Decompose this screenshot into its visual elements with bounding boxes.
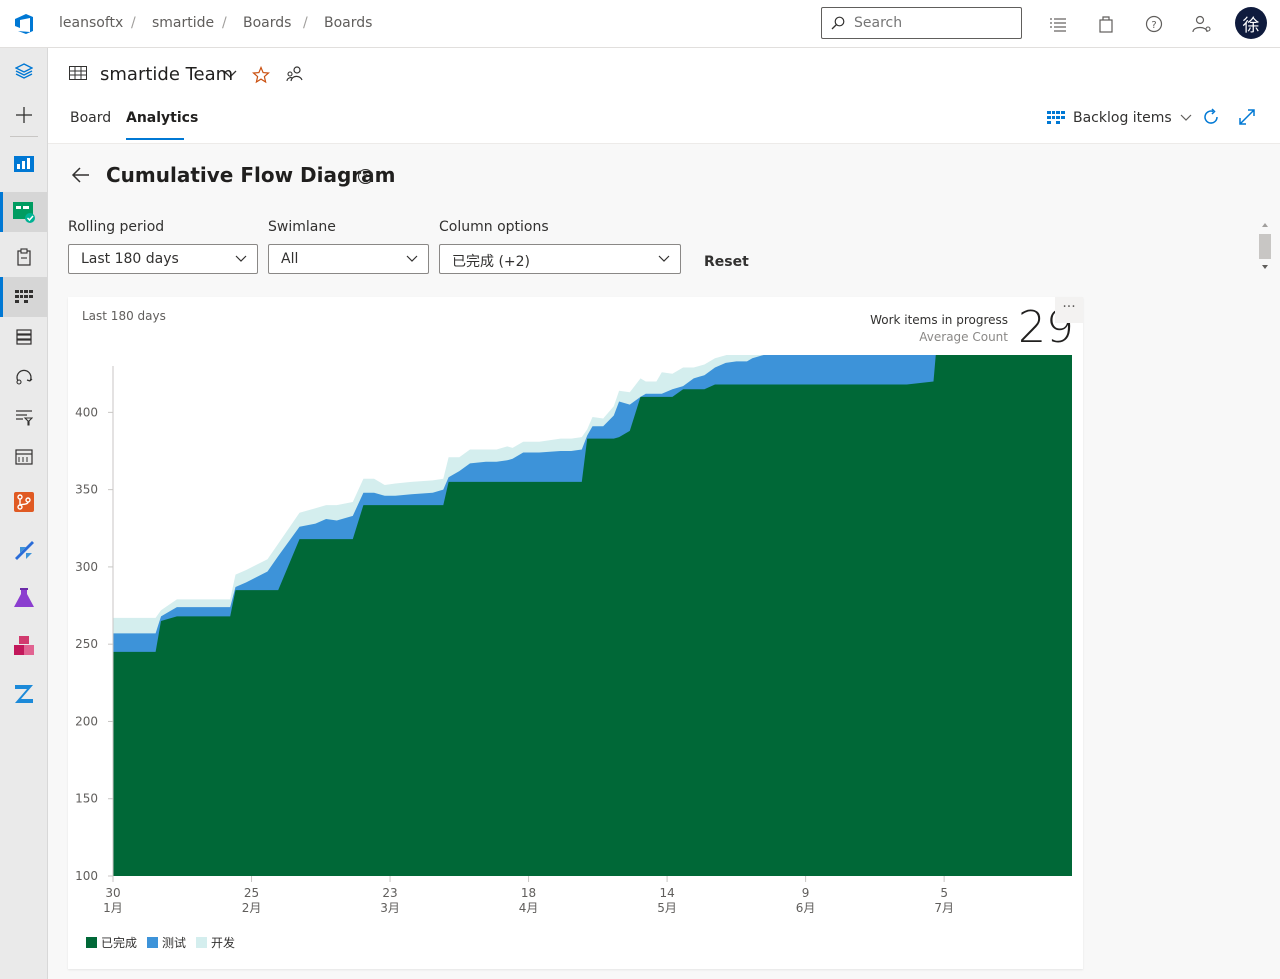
x-tick-month-label: 6月 bbox=[796, 901, 816, 915]
summary-icon[interactable] bbox=[0, 144, 47, 184]
x-tick-day-label: 23 bbox=[382, 886, 397, 900]
info-help-icon[interactable]: ? bbox=[357, 168, 374, 185]
queries-icon[interactable] bbox=[0, 397, 47, 437]
kpi-subtitle: Average Count bbox=[919, 330, 1008, 344]
chart-legend: 已完成 测试 开发 bbox=[86, 934, 235, 951]
y-tick-label: 300 bbox=[75, 560, 98, 574]
board-header bbox=[48, 48, 1280, 144]
page-title: Cumulative Flow Diagram bbox=[106, 163, 396, 187]
left-navigation bbox=[0, 48, 48, 979]
kpi-title: Work items in progress bbox=[870, 313, 1008, 327]
overview-icon[interactable] bbox=[0, 51, 47, 91]
backlog-level-label: Backlog items bbox=[1073, 110, 1172, 126]
marketplace-bag-icon[interactable] bbox=[1094, 12, 1118, 36]
breadcrumb-boards[interactable]: Boards bbox=[243, 15, 291, 31]
help-icon[interactable]: ? bbox=[1142, 12, 1166, 36]
x-tick-month-label: 3月 bbox=[380, 901, 400, 915]
x-tick-month-label: 7月 bbox=[934, 901, 954, 915]
y-tick-label: 100 bbox=[75, 869, 98, 883]
reset-button[interactable]: Reset bbox=[697, 249, 756, 275]
backlog-level-selector[interactable]: Backlog items bbox=[1047, 108, 1192, 128]
breadcrumb-separator: / bbox=[222, 15, 227, 31]
back-arrow-icon[interactable] bbox=[71, 166, 91, 184]
svg-text:?: ? bbox=[1151, 20, 1156, 31]
column-options-label: Column options bbox=[439, 219, 549, 235]
column-options-value: 已完成 (+2) bbox=[452, 254, 531, 270]
chevron-down-icon bbox=[1180, 114, 1192, 121]
boards-icon[interactable] bbox=[0, 192, 47, 232]
refresh-icon[interactable] bbox=[1201, 107, 1221, 127]
x-tick-day-label: 9 bbox=[802, 886, 810, 900]
y-tick-label: 250 bbox=[75, 637, 98, 651]
user-settings-icon[interactable] bbox=[1190, 12, 1214, 36]
search-box[interactable] bbox=[821, 7, 1022, 39]
pipelines-icon[interactable] bbox=[0, 530, 47, 570]
column-options-dropdown[interactable]: 已完成 (+2) bbox=[439, 244, 681, 274]
chart-period-caption: Last 180 days bbox=[82, 309, 166, 323]
legend-item-done[interactable]: 已完成 bbox=[86, 934, 137, 951]
favorite-star-icon[interactable] bbox=[252, 66, 270, 84]
x-tick-day-label: 14 bbox=[659, 886, 674, 900]
repos-icon[interactable] bbox=[0, 482, 47, 522]
add-icon[interactable] bbox=[0, 95, 47, 135]
work-items-icon[interactable] bbox=[0, 237, 47, 277]
y-tick-label: 400 bbox=[75, 405, 98, 419]
backlogs-icon[interactable] bbox=[0, 317, 47, 357]
more-options-button[interactable]: ··· bbox=[1055, 297, 1083, 323]
scrollbar[interactable] bbox=[1258, 217, 1272, 275]
rolling-period-label: Rolling period bbox=[68, 219, 165, 235]
x-tick-month-label: 1月 bbox=[103, 901, 123, 915]
x-tick-day-label: 5 bbox=[940, 886, 948, 900]
cumulative-flow-chart: 100150200250300350400301月252月233月184月145… bbox=[75, 355, 1072, 915]
breadcrumb-separator: / bbox=[131, 15, 136, 31]
team-members-icon[interactable] bbox=[286, 65, 304, 83]
delivery-plans-icon[interactable] bbox=[0, 437, 47, 477]
x-tick-day-label: 30 bbox=[105, 886, 120, 900]
search-input[interactable] bbox=[854, 13, 1014, 33]
x-tick-day-label: 25 bbox=[244, 886, 259, 900]
y-tick-label: 200 bbox=[75, 714, 98, 728]
x-tick-day-label: 18 bbox=[521, 886, 536, 900]
x-tick-month-label: 5月 bbox=[657, 901, 677, 915]
tab-board[interactable]: Board bbox=[70, 110, 111, 126]
tab-analytics[interactable]: Analytics bbox=[126, 110, 198, 126]
breadcrumb-boards-page[interactable]: Boards bbox=[324, 15, 372, 31]
legend-item-development[interactable]: 开发 bbox=[196, 934, 235, 951]
active-tab-indicator bbox=[126, 138, 184, 140]
breadcrumb-project[interactable]: smartide bbox=[152, 15, 214, 31]
swimlane-dropdown[interactable]: All bbox=[268, 244, 429, 274]
breadcrumb-org[interactable]: leansoftx bbox=[59, 15, 123, 31]
boards-grid-icon[interactable] bbox=[0, 277, 47, 317]
sprints-icon[interactable] bbox=[0, 357, 47, 397]
board-grid-icon bbox=[69, 66, 87, 80]
breadcrumb-separator: / bbox=[303, 15, 308, 31]
rolling-period-dropdown[interactable]: Last 180 days bbox=[68, 244, 258, 274]
chevron-down-icon bbox=[235, 255, 247, 262]
chevron-down-icon bbox=[658, 255, 670, 262]
backlog-grid-icon bbox=[1047, 111, 1065, 124]
y-tick-label: 350 bbox=[75, 483, 98, 497]
legend-item-testing[interactable]: 测试 bbox=[147, 934, 186, 951]
swimlane-label: Swimlane bbox=[268, 219, 336, 235]
search-icon bbox=[831, 16, 845, 30]
top-bar: leansoftx / smartide / Boards / Boards ?… bbox=[0, 0, 1280, 48]
y-tick-label: 150 bbox=[75, 792, 98, 806]
nav-divider bbox=[10, 136, 38, 137]
x-tick-month-label: 2月 bbox=[242, 901, 262, 915]
extension-z-icon[interactable] bbox=[0, 674, 47, 714]
team-title[interactable]: smartide Team bbox=[100, 64, 233, 85]
rolling-period-value: Last 180 days bbox=[81, 251, 179, 267]
fullscreen-icon[interactable] bbox=[1238, 108, 1256, 126]
task-list-icon[interactable] bbox=[1046, 12, 1070, 36]
x-tick-month-label: 4月 bbox=[519, 901, 539, 915]
artifacts-icon[interactable] bbox=[0, 626, 47, 666]
svg-text:?: ? bbox=[363, 173, 368, 184]
avatar[interactable]: 徐 bbox=[1235, 7, 1267, 39]
chevron-down-icon bbox=[406, 255, 418, 262]
swimlane-value: All bbox=[281, 251, 299, 267]
test-plans-icon[interactable] bbox=[0, 578, 47, 618]
azure-devops-logo-icon[interactable] bbox=[12, 12, 36, 36]
